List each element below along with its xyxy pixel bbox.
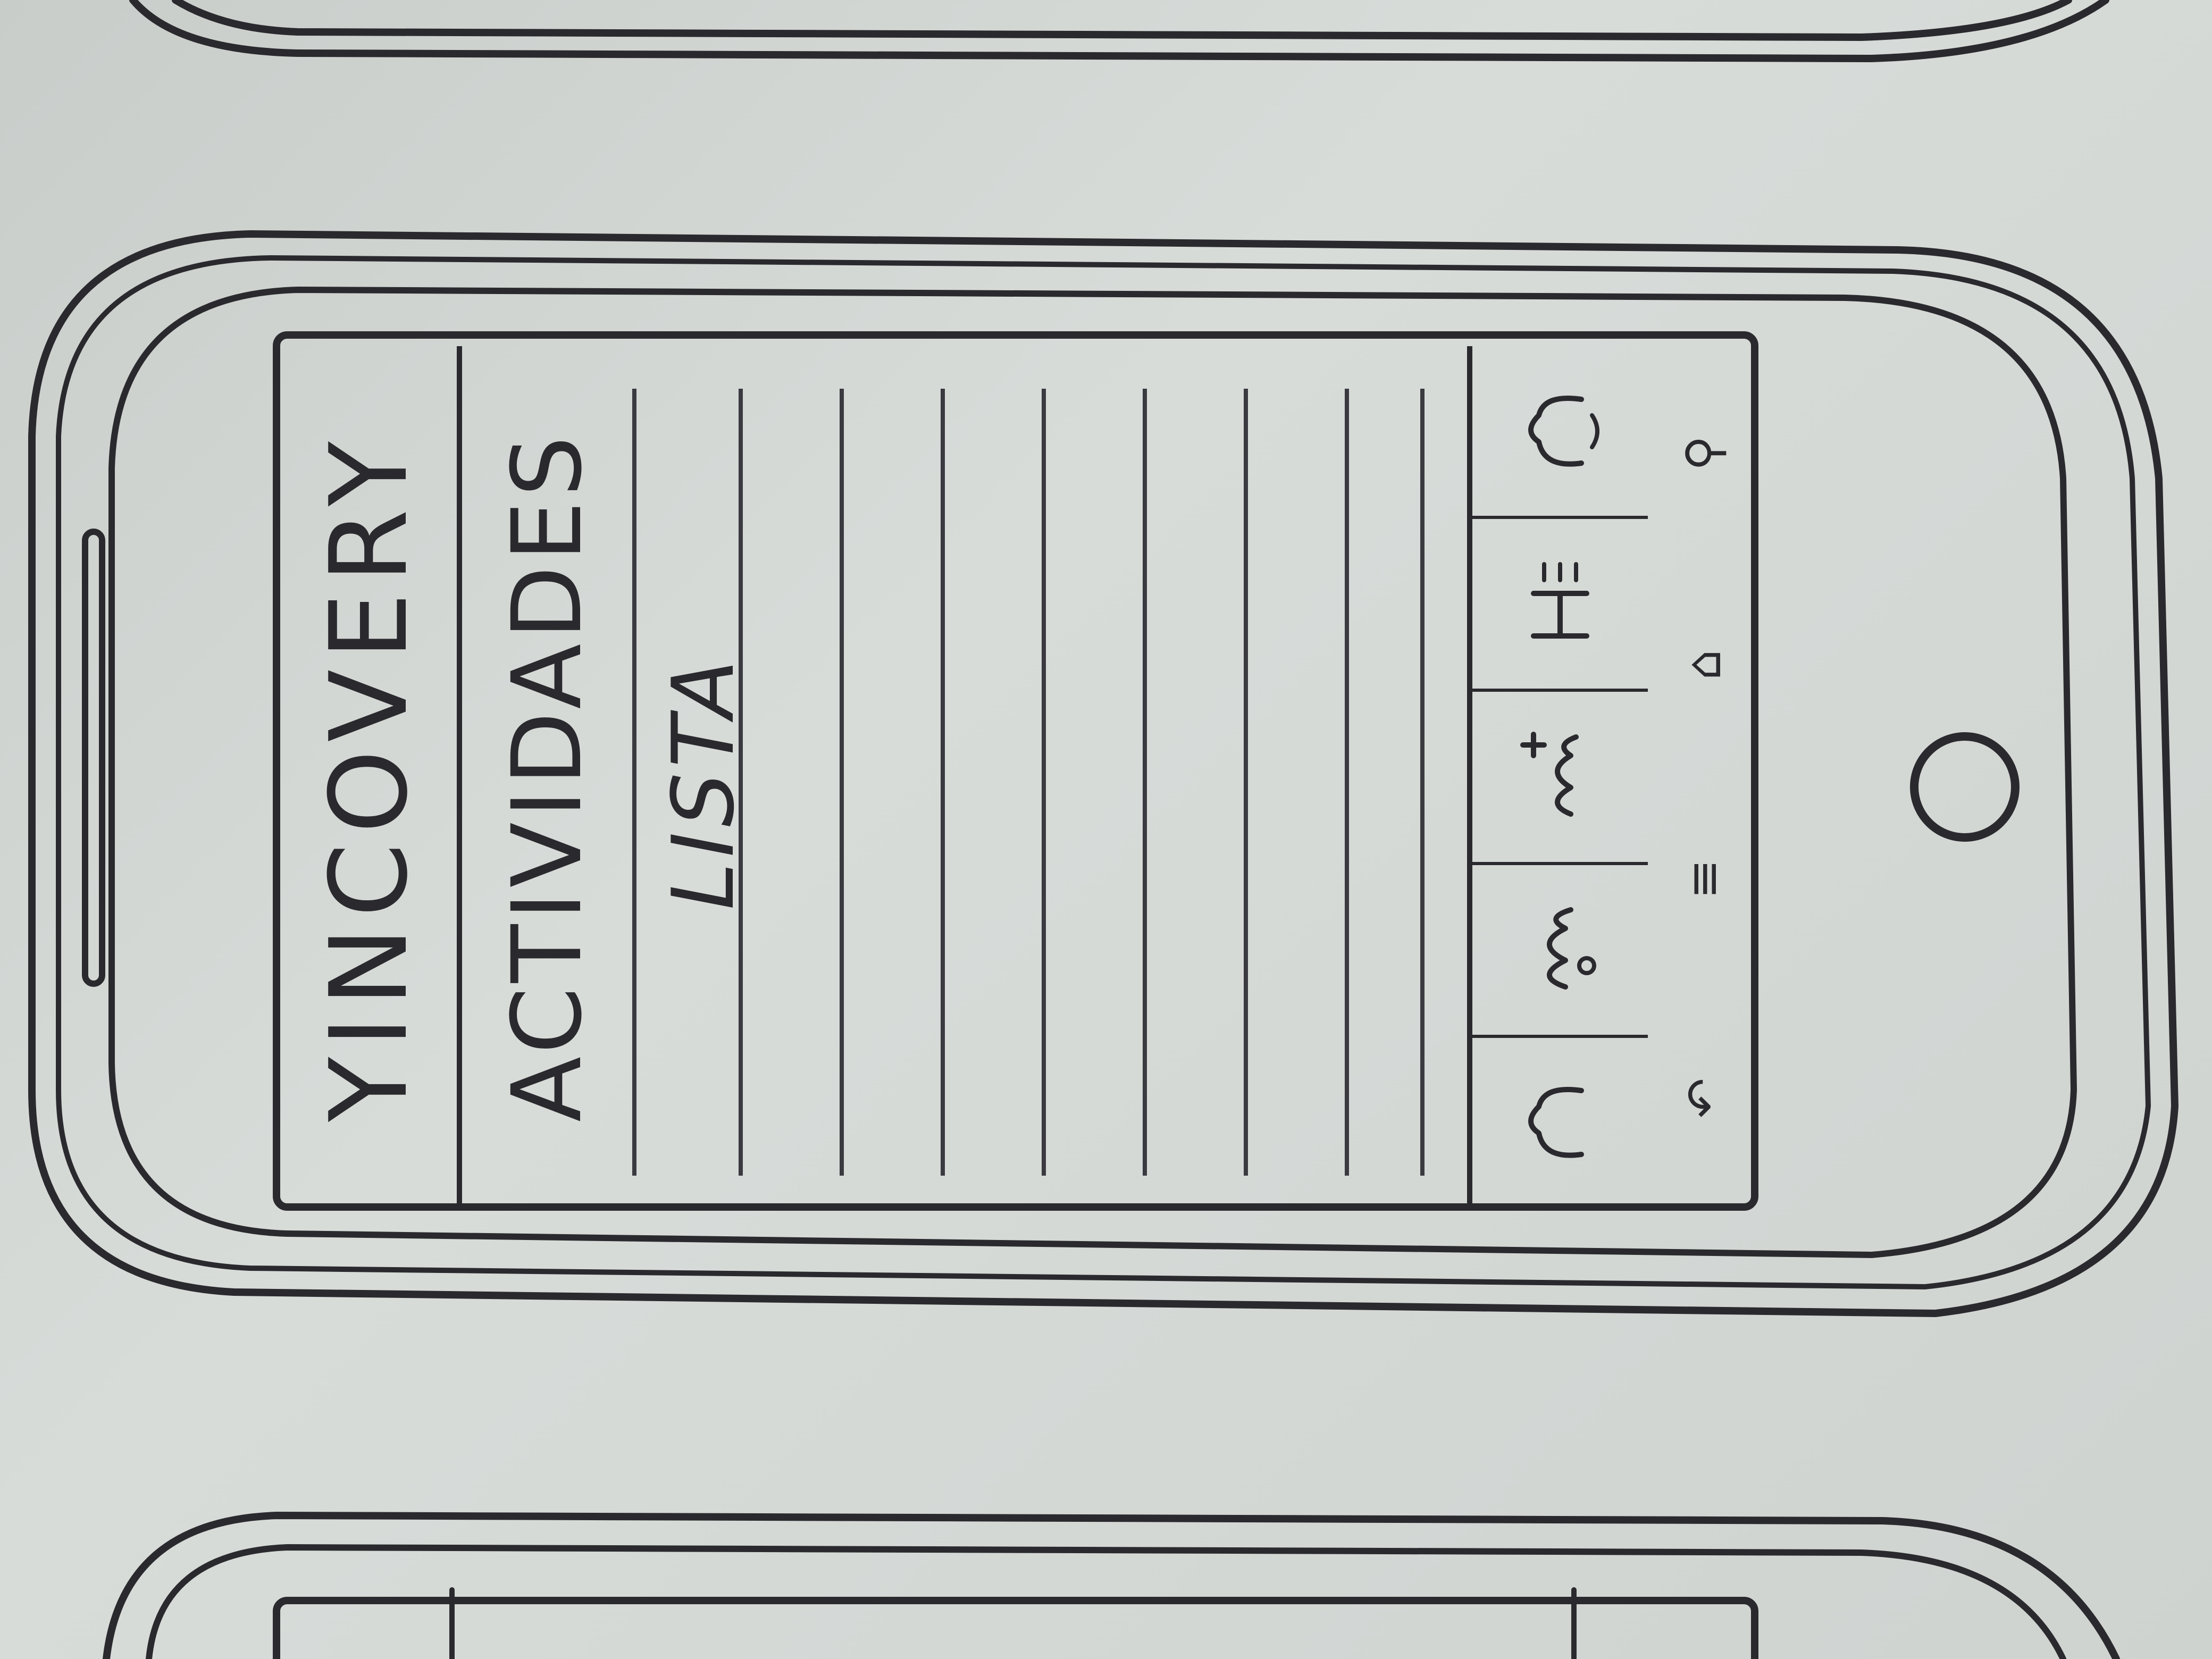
home-icon[interactable]: ⌂: [1676, 650, 1732, 680]
app-title: YINCOVERY: [307, 432, 431, 1122]
list-item[interactable]: [1042, 389, 1137, 1176]
add-sketch-icon: [1520, 732, 1579, 817]
list-item[interactable]: [1345, 389, 1425, 1176]
sketch-icon: [1531, 562, 1589, 639]
section-title: ACTIVIDADES: [473, 346, 622, 1208]
home-hardware-button[interactable]: [1910, 732, 2020, 842]
sketch-icon: [1528, 395, 1599, 467]
back-icon[interactable]: ↶: [1676, 1078, 1732, 1118]
app-title-bar: YINCOVERY: [281, 346, 462, 1208]
list-item[interactable]: [941, 389, 1036, 1176]
bottom-tab-bar: [1467, 346, 1648, 1208]
list-item[interactable]: [840, 389, 935, 1176]
tab-1[interactable]: [1472, 1034, 1648, 1208]
system-nav-bar: ↶ ≡ ⌂ ⚲: [1664, 346, 1744, 1208]
tab-5[interactable]: [1472, 346, 1648, 516]
menu-icon[interactable]: ≡: [1676, 859, 1732, 899]
list-item[interactable]: [739, 389, 834, 1176]
phone-outline-top: [129, 0, 2109, 62]
tab-2[interactable]: [1472, 861, 1648, 1035]
list-item[interactable]: [1143, 389, 1238, 1176]
sketch-icon: [1547, 907, 1596, 990]
sketch-icon: [1528, 1087, 1584, 1159]
phone-outline-bottom: [103, 1512, 2120, 1659]
list-item[interactable]: [1244, 389, 1339, 1176]
tab-3[interactable]: [1472, 689, 1648, 862]
tab-4[interactable]: [1472, 516, 1648, 689]
list-item[interactable]: [632, 389, 728, 1176]
search-icon[interactable]: ⚲: [1676, 435, 1732, 471]
activity-list: LISTA: [632, 389, 1425, 1176]
phone-screen: YINCOVERY ACTIVIDADES LISTA ↶ ≡ ⌂ ⚲: [281, 346, 1744, 1208]
section-title-text: ACTIVIDADES: [491, 431, 603, 1122]
